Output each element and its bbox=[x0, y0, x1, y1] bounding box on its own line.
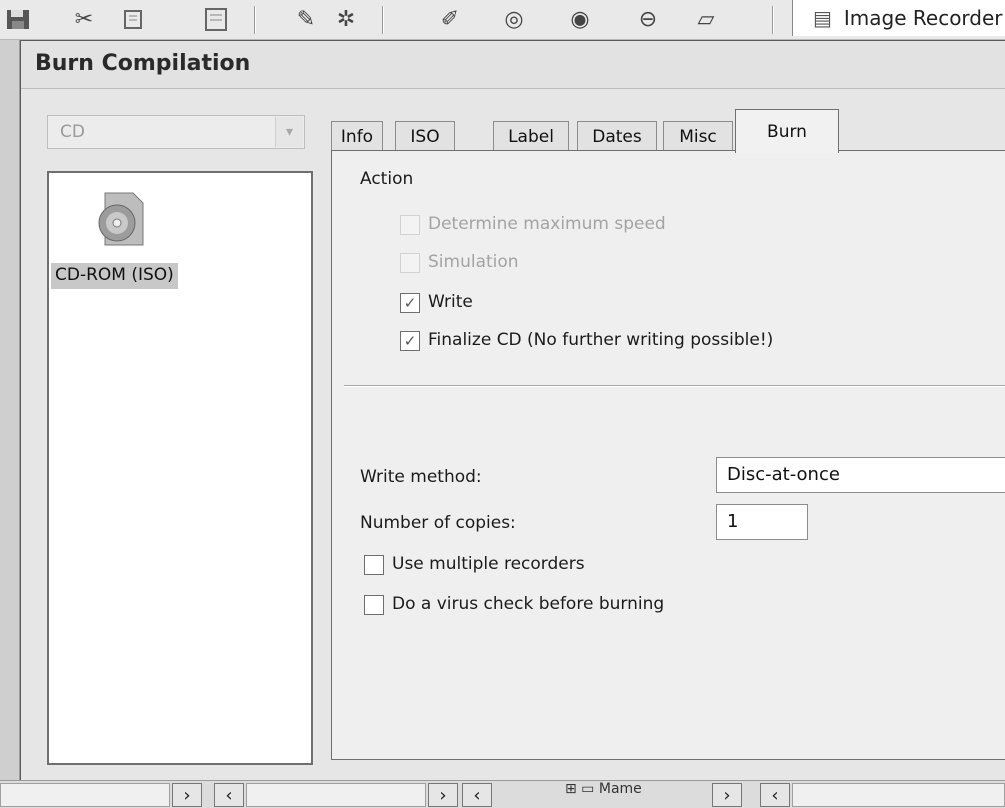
determine-max-speed-label: Determine maximum speed bbox=[428, 214, 666, 234]
tab-misc[interactable]: Misc bbox=[663, 121, 733, 151]
disc-icon[interactable]: ◎ bbox=[498, 4, 530, 34]
background-bottom-panes: › ‹ › ‹ ⊞ ▭ Mame › ‹ bbox=[0, 780, 1005, 808]
tab-info[interactable]: Info bbox=[331, 121, 383, 151]
image-recorder-tab[interactable]: ▤ Image Recorder bbox=[792, 0, 1005, 36]
chevron-down-icon[interactable]: ▾ bbox=[275, 117, 303, 147]
folder-icon[interactable]: ▱ bbox=[690, 4, 722, 34]
media-type-combo[interactable]: CD ▾ bbox=[47, 115, 305, 149]
dialog-title: Burn Compilation bbox=[21, 41, 1005, 89]
multiple-recorders-checkbox[interactable] bbox=[364, 555, 384, 575]
burn-compilation-dialog: Burn Compilation CD ▾ CD-ROM (ISO) Info … bbox=[20, 40, 1005, 781]
simulation-label: Simulation bbox=[428, 252, 519, 272]
tab-iso[interactable]: ISO bbox=[395, 121, 455, 151]
image-recorder-tab-label: Image Recorder bbox=[843, 6, 1003, 30]
virus-check-label: Do a virus check before burning bbox=[392, 594, 665, 614]
expand-icon[interactable]: ⊞ ▭ bbox=[565, 781, 599, 797]
background-window-edge bbox=[0, 40, 20, 780]
scroll-right-icon[interactable]: › bbox=[712, 783, 742, 807]
write-method-select[interactable]: Disc-at-once bbox=[716, 457, 1005, 493]
determine-max-speed-checkbox[interactable] bbox=[400, 215, 420, 235]
burn-panel: Action Determine maximum speed Simulatio… bbox=[331, 150, 1005, 760]
tab-burn[interactable]: Burn bbox=[735, 109, 839, 153]
virus-check-checkbox[interactable] bbox=[364, 595, 384, 615]
finalize-cd-checkbox[interactable]: ✓ bbox=[400, 331, 420, 351]
cd-rom-iso-icon[interactable] bbox=[93, 189, 149, 249]
tab-dates[interactable]: Dates bbox=[577, 121, 657, 151]
write-method-label: Write method: bbox=[360, 467, 482, 487]
tree-node[interactable]: ⊞ ▭ Mame bbox=[565, 781, 642, 803]
scrollbar[interactable] bbox=[0, 783, 170, 807]
scroll-left-icon[interactable]: ‹ bbox=[760, 783, 790, 807]
finalize-cd-label: Finalize CD (No further writing possible… bbox=[428, 330, 774, 350]
copies-label: Number of copies: bbox=[360, 513, 516, 533]
paste-icon[interactable] bbox=[200, 4, 232, 34]
scroll-left-icon[interactable]: ‹ bbox=[214, 783, 244, 807]
brush-icon[interactable]: ✐ bbox=[434, 4, 466, 34]
copies-field[interactable]: 1 bbox=[716, 504, 808, 540]
scrollbar[interactable] bbox=[792, 783, 1005, 807]
dialog-body: CD ▾ CD-ROM (ISO) Info ISO Label Dates M… bbox=[21, 89, 1005, 781]
disc-erase-icon[interactable]: ⊖ bbox=[632, 4, 664, 34]
compilation-list[interactable]: CD-ROM (ISO) bbox=[47, 171, 313, 765]
multiple-recorders-label: Use multiple recorders bbox=[392, 554, 585, 574]
tab-strip: Info ISO Label Dates Misc Burn bbox=[331, 109, 1005, 153]
save-icon[interactable] bbox=[2, 4, 34, 34]
cut-icon[interactable]: ✂ bbox=[68, 4, 100, 34]
background-toolbar: ✂ ✎ ✲ ✐ ◎ ◉ ⊖ ▱ ▤ Image Recorder bbox=[0, 0, 1005, 40]
copy-icon[interactable] bbox=[118, 4, 150, 34]
disc-write-icon[interactable]: ◉ bbox=[564, 4, 596, 34]
wand-icon[interactable]: ✲ bbox=[330, 4, 362, 34]
scroll-right-icon[interactable]: › bbox=[428, 783, 458, 807]
action-heading: Action bbox=[360, 169, 414, 189]
simulation-checkbox[interactable] bbox=[400, 253, 420, 273]
edit-icon[interactable]: ✎ bbox=[290, 4, 322, 34]
write-label: Write bbox=[428, 292, 473, 312]
scroll-right-icon[interactable]: › bbox=[172, 783, 202, 807]
list-item[interactable]: CD-ROM (ISO) bbox=[51, 263, 178, 289]
recorder-icon: ▤ bbox=[813, 6, 832, 30]
scroll-left-icon[interactable]: ‹ bbox=[462, 783, 492, 807]
media-type-value: CD bbox=[60, 122, 85, 142]
write-checkbox[interactable]: ✓ bbox=[400, 293, 420, 313]
scrollbar[interactable] bbox=[246, 783, 426, 807]
tree-node-label: Mame bbox=[598, 781, 642, 797]
tab-label[interactable]: Label bbox=[493, 121, 569, 151]
divider bbox=[344, 385, 1005, 387]
